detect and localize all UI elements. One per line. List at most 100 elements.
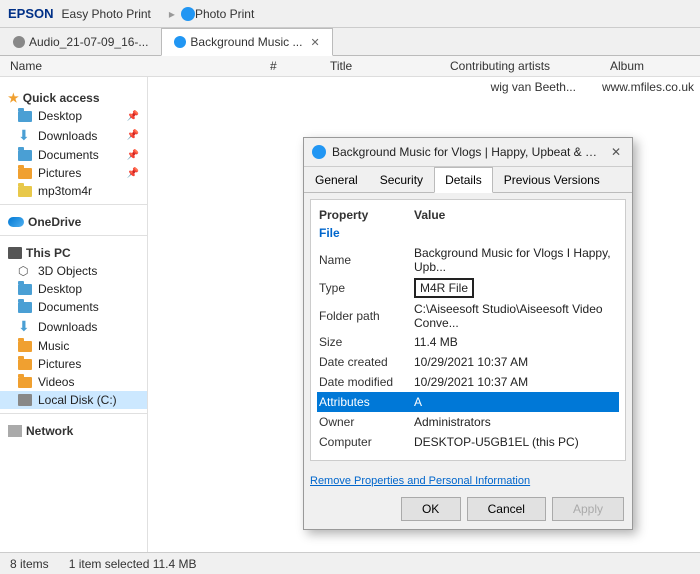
folder-icon bbox=[18, 302, 32, 313]
sidebar-item-3dobjects[interactable]: ⬡ 3D Objects bbox=[0, 262, 147, 280]
sidebar-item-desktop-quick[interactable]: Desktop 📌 bbox=[0, 107, 147, 125]
onedrive-icon bbox=[8, 217, 24, 227]
download-icon: ⬇ bbox=[18, 318, 32, 335]
folder-icon bbox=[18, 341, 32, 352]
prop-value: 11.4 MB bbox=[414, 335, 617, 349]
status-items: 8 items bbox=[10, 557, 49, 571]
dialog-tab-security[interactable]: Security bbox=[369, 167, 434, 192]
ok-button[interactable]: OK bbox=[401, 497, 461, 521]
prop-row-attributes[interactable]: Attributes A bbox=[317, 392, 619, 412]
pin-icon: 📌 bbox=[127, 130, 139, 141]
cancel-button[interactable]: Cancel bbox=[467, 497, 546, 521]
folder-icon bbox=[18, 359, 32, 370]
3dobjects-icon: ⬡ bbox=[18, 264, 32, 278]
sidebar-item-localdisk[interactable]: Local Disk (C:) bbox=[0, 391, 147, 409]
dialog-buttons: OK Cancel Apply bbox=[304, 491, 632, 529]
dialog-close-button[interactable]: ✕ bbox=[608, 144, 624, 160]
dialog-tab-prevversions[interactable]: Previous Versions bbox=[493, 167, 611, 192]
prop-row-folderpath: Folder path C:\Aiseesoft Studio\Aiseesof… bbox=[319, 300, 617, 332]
dialog-title-bar: Background Music for Vlogs | Happy, Upbe… bbox=[304, 138, 632, 167]
prop-value: 10/29/2021 10:37 AM bbox=[414, 375, 617, 389]
prop-value: Administrators bbox=[414, 415, 617, 429]
col-header-hash[interactable]: # bbox=[270, 59, 330, 73]
apply-button[interactable]: Apply bbox=[552, 497, 624, 521]
prop-label: Name bbox=[319, 253, 414, 267]
remove-properties-link[interactable]: Remove Properties and Personal Informati… bbox=[310, 475, 530, 487]
tabs-row: Audio_21-07-09_16-... Background Music .… bbox=[0, 28, 700, 56]
pin-icon: 📌 bbox=[127, 150, 139, 161]
prop-col-value: Value bbox=[414, 208, 445, 222]
prop-value: Background Music for Vlogs I Happy, Upb.… bbox=[414, 246, 617, 274]
download-icon: ⬇ bbox=[18, 127, 32, 144]
thispc-label: This PC bbox=[26, 246, 71, 260]
tab-background-label: Background Music ... bbox=[190, 35, 302, 49]
sidebar-label: 3D Objects bbox=[38, 264, 97, 278]
dialog-title-icon bbox=[312, 145, 326, 159]
sidebar-item-videos-pc[interactable]: Videos bbox=[0, 373, 147, 391]
col-header-name[interactable]: Name bbox=[10, 59, 270, 73]
tab-audio-label: Audio_21-07-09_16-... bbox=[29, 35, 148, 49]
network-header[interactable]: Network bbox=[0, 418, 147, 440]
tab-background[interactable]: Background Music ... ✕ bbox=[161, 28, 332, 56]
audio-tab-icon bbox=[13, 36, 25, 48]
quick-access-label: Quick access bbox=[23, 91, 100, 105]
sidebar-label: Documents bbox=[38, 148, 99, 162]
quick-access-header[interactable]: ★ Quick access bbox=[0, 85, 147, 107]
file-list: wig van Beeth... www.mfiles.co.uk Backgr… bbox=[148, 77, 700, 571]
prop-headers: Property Value bbox=[319, 208, 617, 222]
folder-icon bbox=[18, 377, 32, 388]
col-header-title[interactable]: Title bbox=[330, 59, 450, 73]
main-area: ★ Quick access Desktop 📌 ⬇ Downloads 📌 D… bbox=[0, 77, 700, 571]
folder-icon bbox=[18, 168, 32, 179]
file-album: www.mfiles.co.uk bbox=[602, 80, 694, 94]
sidebar-divider2 bbox=[0, 235, 147, 236]
dialog-tab-general[interactable]: General bbox=[304, 167, 369, 192]
prop-row-name: Name Background Music for Vlogs I Happy,… bbox=[319, 244, 617, 276]
tab-close-icon[interactable]: ✕ bbox=[310, 36, 319, 49]
sidebar-label: Music bbox=[38, 339, 69, 353]
sidebar-label: Documents bbox=[38, 300, 99, 314]
sidebar-item-pictures-pc[interactable]: Pictures bbox=[0, 355, 147, 373]
pin-icon: 📌 bbox=[127, 111, 139, 122]
prop-value: 10/29/2021 10:37 AM bbox=[414, 355, 617, 369]
prop-label: Size bbox=[319, 335, 414, 349]
prop-row-computer: Computer DESKTOP-U5GB1EL (this PC) bbox=[319, 432, 617, 452]
thispc-header[interactable]: This PC bbox=[0, 240, 147, 262]
globe-icon bbox=[181, 7, 195, 21]
file-row[interactable]: wig van Beeth... www.mfiles.co.uk bbox=[148, 77, 700, 97]
prop-label: Computer bbox=[319, 435, 414, 449]
sidebar-item-desktop-pc[interactable]: Desktop bbox=[0, 280, 147, 298]
folder-icon bbox=[18, 111, 32, 122]
network-icon bbox=[8, 425, 22, 437]
sidebar-label: mp3tom4r bbox=[38, 184, 92, 198]
prop-col-property: Property bbox=[319, 208, 414, 222]
tab-audio[interactable]: Audio_21-07-09_16-... bbox=[0, 28, 161, 55]
prop-label: Folder path bbox=[319, 309, 414, 323]
sidebar-item-downloads-pc[interactable]: ⬇ Downloads bbox=[0, 316, 147, 337]
dialog-properties-content: Property Value File Name Background Musi… bbox=[310, 199, 626, 461]
folder-icon bbox=[18, 150, 32, 161]
sidebar-label: Videos bbox=[38, 375, 74, 389]
sidebar-item-music-pc[interactable]: Music bbox=[0, 337, 147, 355]
prop-label: Date modified bbox=[319, 375, 414, 389]
onedrive-header[interactable]: OneDrive bbox=[0, 209, 147, 231]
col-header-contrib[interactable]: Contributing artists bbox=[450, 59, 610, 73]
prop-label: Date created bbox=[319, 355, 414, 369]
bg-tab-icon bbox=[174, 36, 186, 48]
star-icon: ★ bbox=[8, 91, 19, 105]
sidebar-divider bbox=[0, 204, 147, 205]
sidebar-item-documents-pc[interactable]: Documents bbox=[0, 298, 147, 316]
sidebar-item-documents-quick[interactable]: Documents 📌 bbox=[0, 146, 147, 164]
onedrive-label: OneDrive bbox=[28, 215, 81, 229]
sidebar-item-pictures-quick[interactable]: Pictures 📌 bbox=[0, 164, 147, 182]
status-selected: 1 item selected 11.4 MB bbox=[69, 557, 197, 571]
sidebar: ★ Quick access Desktop 📌 ⬇ Downloads 📌 D… bbox=[0, 77, 148, 571]
column-headers: Name # Title Contributing artists Album bbox=[0, 56, 700, 77]
prop-value: C:\Aiseesoft Studio\Aiseesoft Video Conv… bbox=[414, 302, 617, 330]
prop-label: Owner bbox=[319, 415, 414, 429]
col-header-album[interactable]: Album bbox=[610, 59, 690, 73]
sidebar-item-mp3tom4r-quick[interactable]: mp3tom4r bbox=[0, 182, 147, 200]
dialog-tab-details[interactable]: Details bbox=[434, 167, 493, 193]
sidebar-item-downloads-quick[interactable]: ⬇ Downloads 📌 bbox=[0, 125, 147, 146]
disk-icon bbox=[18, 394, 32, 406]
